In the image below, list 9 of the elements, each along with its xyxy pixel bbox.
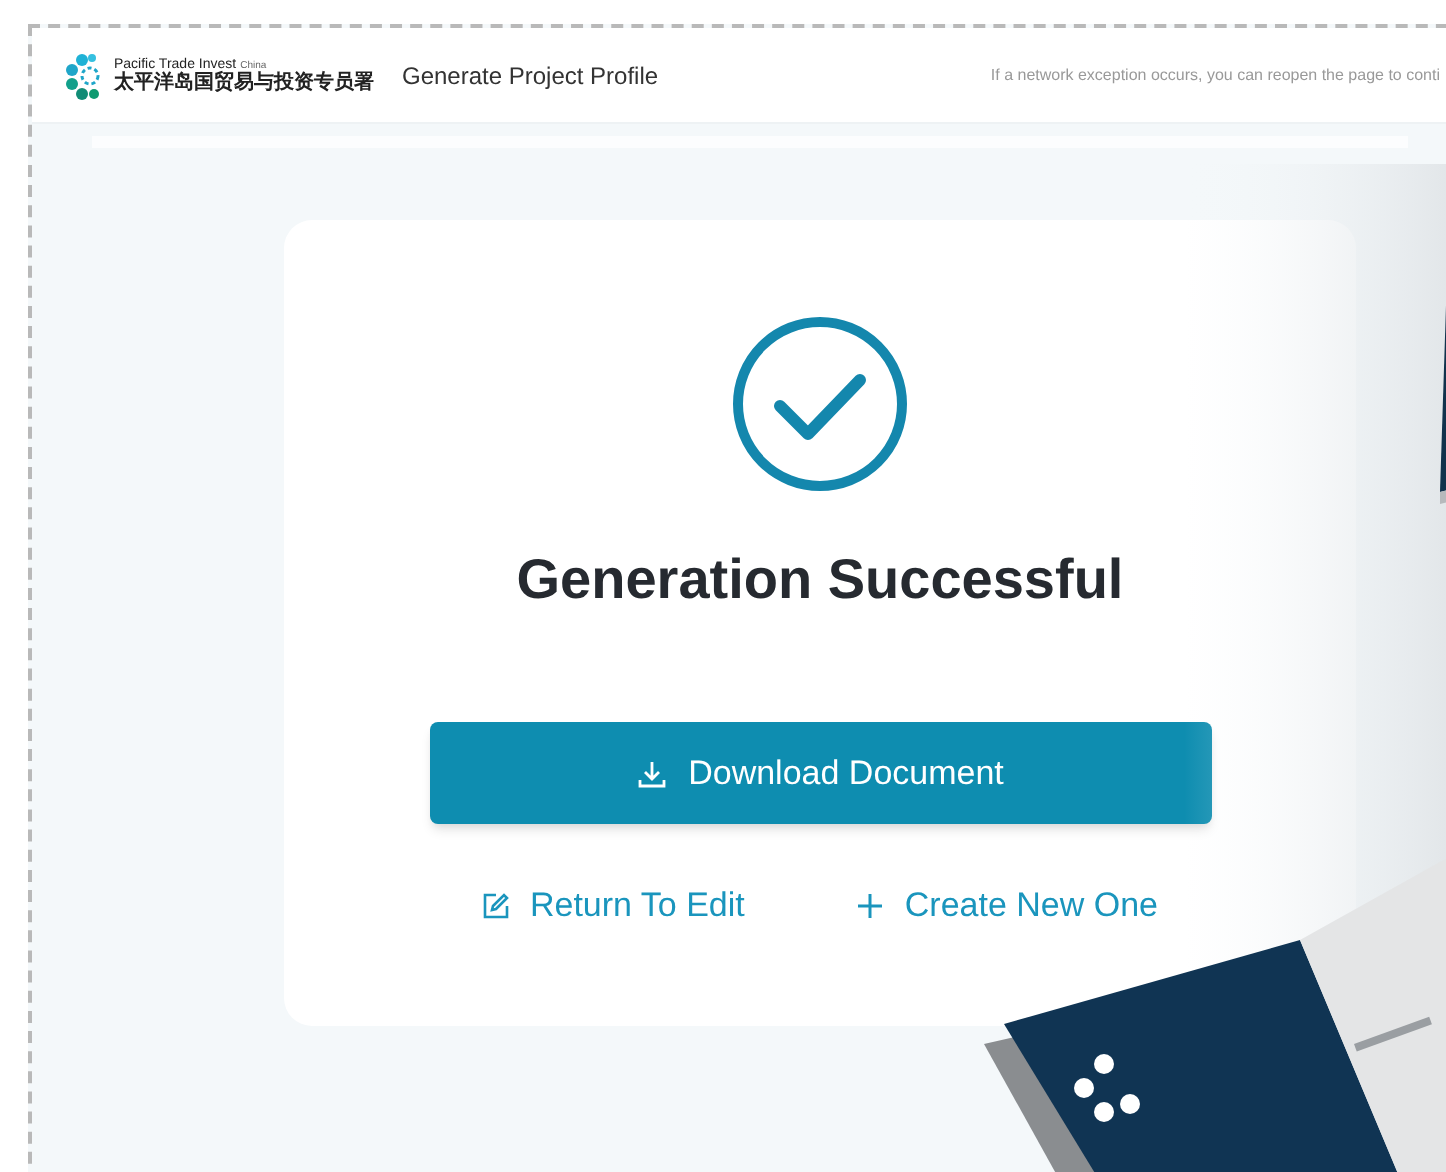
check-circle-icon [730,314,910,494]
result-title: Generation Successful [516,546,1124,614]
plus-icon [856,891,885,920]
edit-icon [481,891,510,920]
return-to-edit-link[interactable]: Return To Edit [481,880,745,931]
page-title: Generate Project Profile [402,59,659,93]
download-icon [636,757,669,789]
notice-text: If a network exception occurs, you can reopen the page to conti [988,63,1440,87]
create-new-link[interactable]: Create New One [856,880,1159,931]
